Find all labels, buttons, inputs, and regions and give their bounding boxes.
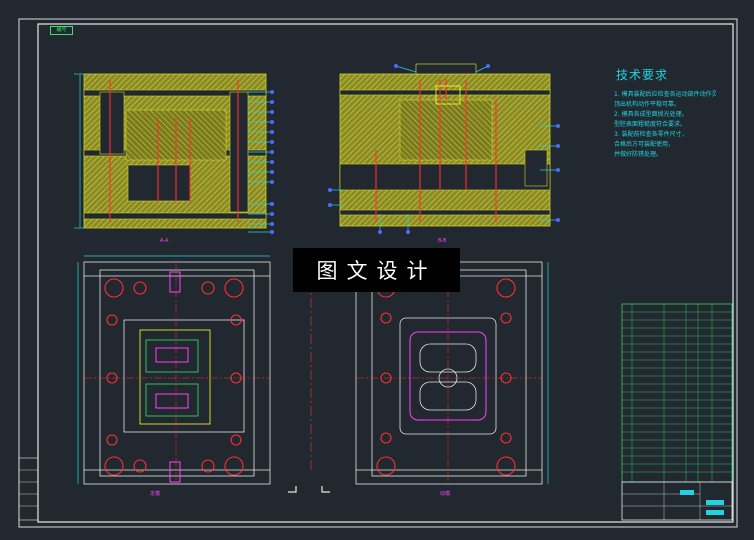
section-b-caption: B-B [438, 238, 447, 244]
note-line: 并做好防锈处理。 [614, 151, 663, 158]
title-block [621, 481, 733, 521]
note-line: 型腔表面粗糙度符合要求。 [614, 121, 687, 128]
plan-view-fixed [77, 255, 271, 486]
fixed-half-caption: 定模 [150, 491, 161, 497]
revision-strip [18, 457, 39, 521]
section-a-caption: A-A [160, 238, 169, 244]
note-line: 顶出机构动作平稳可靠。 [614, 101, 681, 108]
moving-half-caption: 动模 [440, 491, 451, 497]
watermark-banner: 图文设计 [293, 248, 460, 292]
technical-requirements-title: 技术要求 [616, 68, 669, 82]
section-view-a [74, 73, 274, 234]
section-view-b [328, 63, 560, 234]
note-line: 1. 模具装配后应检查各运动部件动作灵活。 [614, 91, 716, 98]
note-line: 合格后方可装配使用， [614, 141, 675, 148]
drawing-number-stamp: 编号 [50, 26, 73, 35]
plan-view-moving [355, 261, 549, 486]
technical-requirements-notes: 1. 模具装配后应检查各运动部件动作灵活。 顶出机构动作平稳可靠。 2. 模具各… [614, 90, 716, 160]
note-line: 3. 装配前检查各零件尺寸， [614, 131, 688, 138]
note-line: 2. 模具各成型面抛光处理。 [614, 111, 688, 118]
parts-list-table [621, 303, 733, 483]
